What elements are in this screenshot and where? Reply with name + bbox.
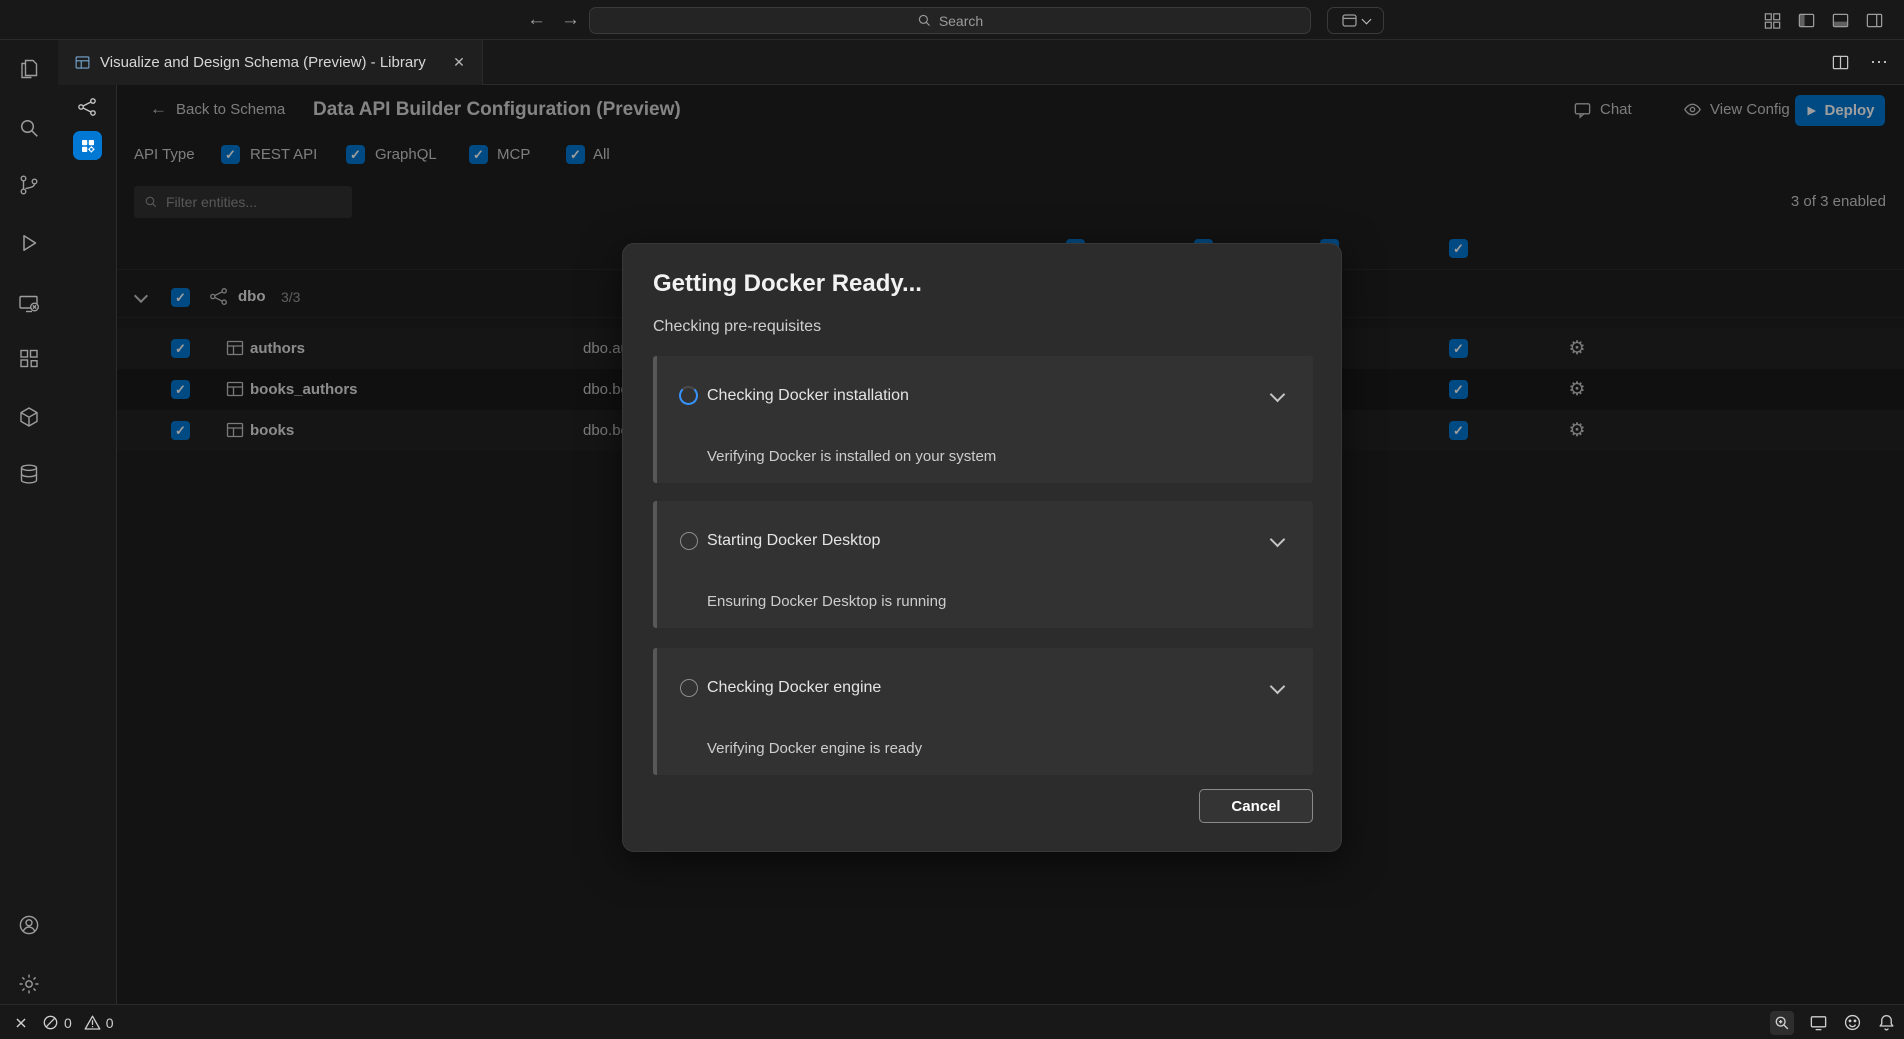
- package-cube-icon[interactable]: [17, 405, 41, 429]
- pending-circle-icon: [680, 679, 698, 697]
- screen-icon[interactable]: [1809, 1013, 1828, 1032]
- docker-ready-dialog: Getting Docker Ready... Checking pre-req…: [622, 243, 1342, 852]
- step-detail: Verifying Docker is installed on your sy…: [707, 448, 996, 465]
- customize-layout-icon[interactable]: [1763, 11, 1782, 30]
- warning-triangle-icon: [84, 1014, 101, 1031]
- tab-close-button[interactable]: ✕: [448, 52, 470, 74]
- problems-errors[interactable]: 0: [42, 1014, 72, 1031]
- search-placeholder: Search: [939, 13, 983, 29]
- bell-icon[interactable]: [1877, 1013, 1896, 1032]
- settings-gear-icon[interactable]: [17, 972, 41, 996]
- dab-config-tool-button[interactable]: [73, 131, 102, 160]
- tab-title: Visualize and Design Schema (Preview) - …: [100, 54, 426, 71]
- status-bar: 0 0: [0, 1004, 1904, 1039]
- error-count: 0: [64, 1015, 72, 1031]
- feedback-smiley-icon[interactable]: [1843, 1013, 1862, 1032]
- step-docker-desktop[interactable]: Starting Docker Desktop Ensuring Docker …: [653, 501, 1313, 628]
- remote-explorer-icon[interactable]: [17, 292, 41, 316]
- chevron-down-icon[interactable]: [1270, 387, 1286, 403]
- step-label: Checking Docker installation: [707, 387, 909, 405]
- schema-designer-tab-icon: [74, 54, 91, 71]
- step-detail: Verifying Docker engine is ready: [707, 740, 922, 757]
- toggle-sidebar-right-icon[interactable]: [1865, 11, 1884, 30]
- tool-rail: [58, 85, 117, 1004]
- explorer-icon[interactable]: [17, 57, 41, 81]
- vscode-window: ← → Search: [0, 0, 1904, 1039]
- dialog-subtitle: Checking pre-requisites: [653, 318, 821, 336]
- nav-forward-button[interactable]: →: [561, 0, 580, 40]
- loading-spinner-icon: [679, 386, 698, 405]
- cancel-label: Cancel: [1231, 798, 1280, 815]
- window-icon: [1342, 14, 1357, 27]
- error-circle-icon: [42, 1014, 59, 1031]
- search-command-center[interactable]: Search: [589, 7, 1311, 34]
- remote-indicator-icon[interactable]: [12, 1014, 30, 1032]
- editor-tab-bar: Visualize and Design Schema (Preview) - …: [0, 40, 1904, 85]
- search-icon: [917, 13, 932, 28]
- pending-circle-icon: [680, 532, 698, 550]
- title-bar: ← → Search: [0, 0, 1904, 40]
- close-icon: ✕: [453, 54, 465, 71]
- toggle-panel-icon[interactable]: [1831, 11, 1850, 30]
- problems-warnings[interactable]: 0: [84, 1014, 114, 1031]
- dab-configuration-page: ← Back to Schema Data API Builder Config…: [117, 85, 1904, 1004]
- chevron-down-icon: [1361, 14, 1371, 24]
- account-icon[interactable]: [17, 913, 41, 937]
- step-label: Starting Docker Desktop: [707, 532, 880, 550]
- zoom-icon[interactable]: [1770, 1011, 1794, 1035]
- schema-designer-icon[interactable]: [76, 96, 98, 118]
- arrow-left-icon: ←: [527, 9, 546, 31]
- chevron-down-icon[interactable]: [1270, 532, 1286, 548]
- command-center-dropdown[interactable]: [1327, 7, 1384, 34]
- step-detail: Ensuring Docker Desktop is running: [707, 593, 946, 610]
- split-editor-icon[interactable]: [1831, 53, 1850, 72]
- run-debug-icon[interactable]: [17, 231, 41, 255]
- grid-gear-icon: [79, 137, 97, 155]
- dialog-title: Getting Docker Ready...: [653, 270, 922, 298]
- source-control-icon[interactable]: [17, 173, 41, 197]
- arrow-right-icon: →: [561, 9, 580, 31]
- step-docker-engine[interactable]: Checking Docker engine Verifying Docker …: [653, 648, 1313, 775]
- activity-bar: [0, 40, 58, 1004]
- tab-visualize-design-schema[interactable]: Visualize and Design Schema (Preview) - …: [58, 40, 483, 85]
- extensions-icon[interactable]: [17, 346, 41, 370]
- more-actions-icon[interactable]: ⋯: [1870, 52, 1888, 73]
- step-label: Checking Docker engine: [707, 679, 881, 697]
- toggle-sidebar-left-icon[interactable]: [1797, 11, 1816, 30]
- warning-count: 0: [106, 1015, 114, 1031]
- step-docker-installation[interactable]: Checking Docker installation Verifying D…: [653, 356, 1313, 483]
- nav-back-button[interactable]: ←: [527, 0, 546, 40]
- cancel-button[interactable]: Cancel: [1199, 789, 1313, 823]
- chevron-down-icon[interactable]: [1270, 679, 1286, 695]
- search-sidebar-icon[interactable]: [17, 116, 41, 140]
- database-icon[interactable]: [17, 462, 41, 486]
